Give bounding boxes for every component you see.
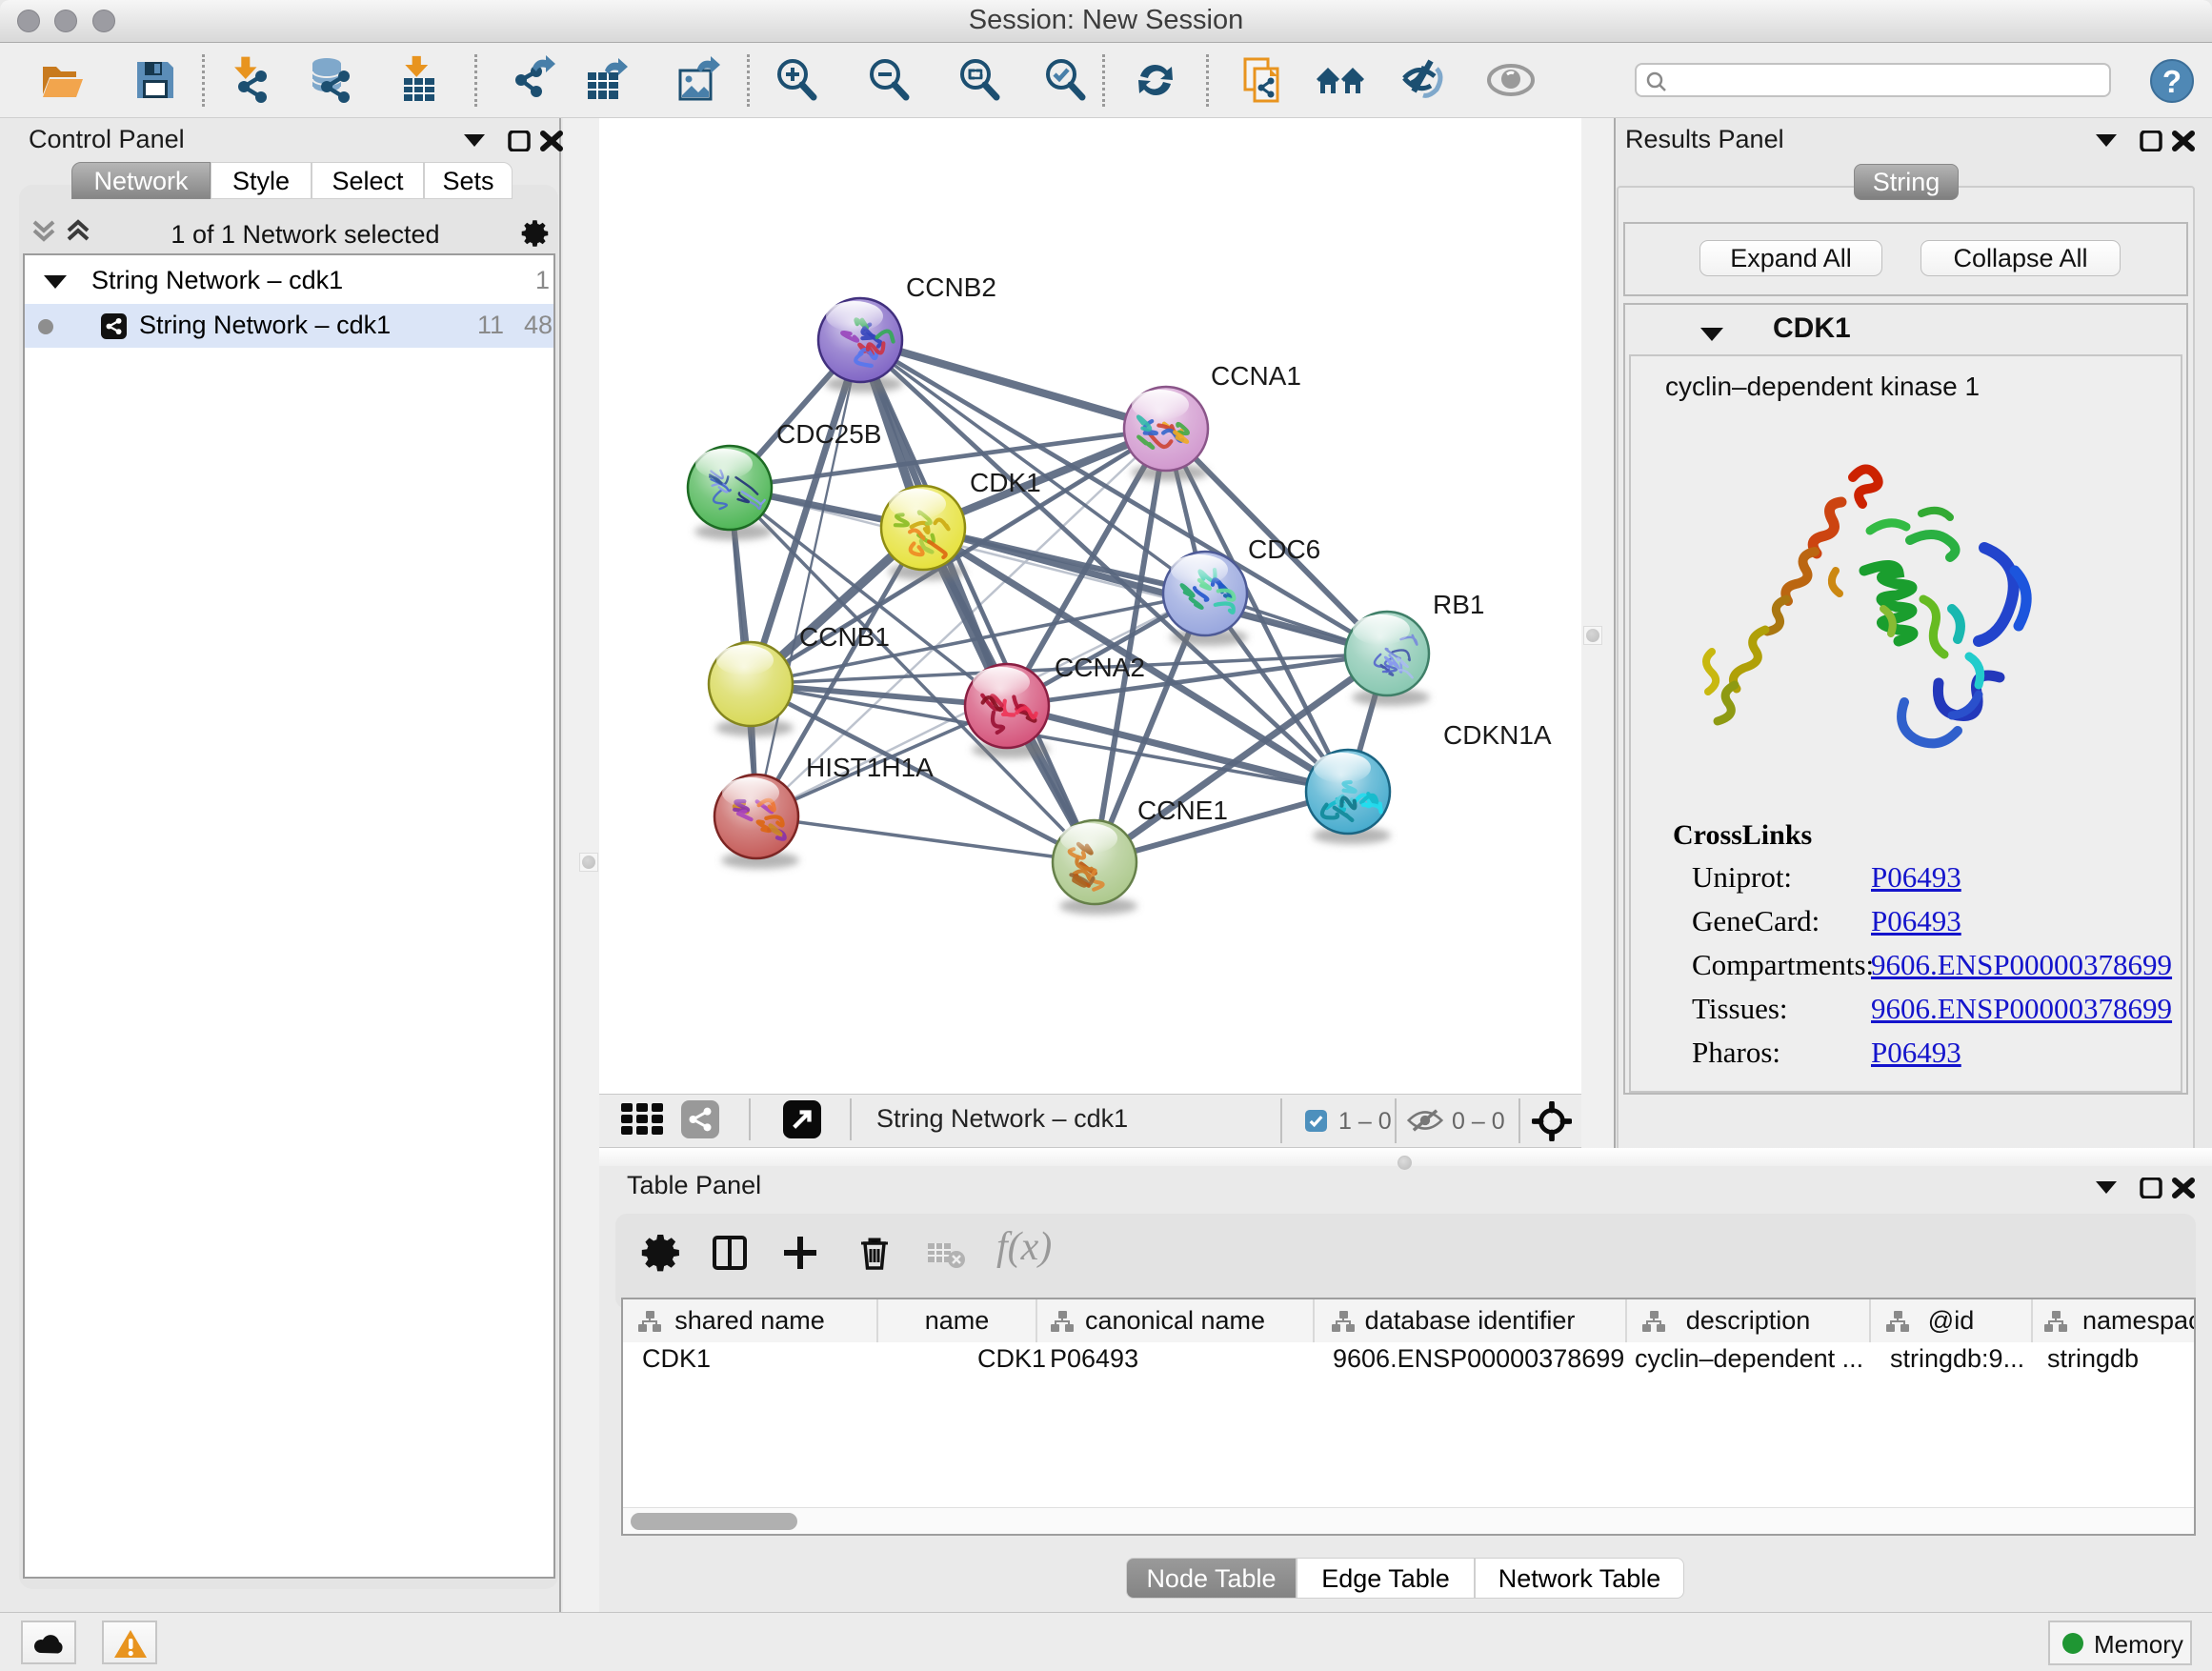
svg-text:CDC25B: CDC25B [776,419,881,449]
svg-text:CCNB2: CCNB2 [906,272,996,302]
svg-text:HIST1H1A: HIST1H1A [806,753,934,782]
svg-text:CCNE1: CCNE1 [1137,795,1228,825]
svg-text:CDK1: CDK1 [970,468,1041,497]
svg-text:CCNB1: CCNB1 [799,622,890,652]
svg-text:RB1: RB1 [1433,590,1484,619]
svg-text:CCNA2: CCNA2 [1055,653,1145,682]
svg-text:CDC6: CDC6 [1248,534,1320,564]
svg-text:CCNA1: CCNA1 [1211,361,1301,391]
svg-text:CDKN1A: CDKN1A [1443,720,1552,750]
